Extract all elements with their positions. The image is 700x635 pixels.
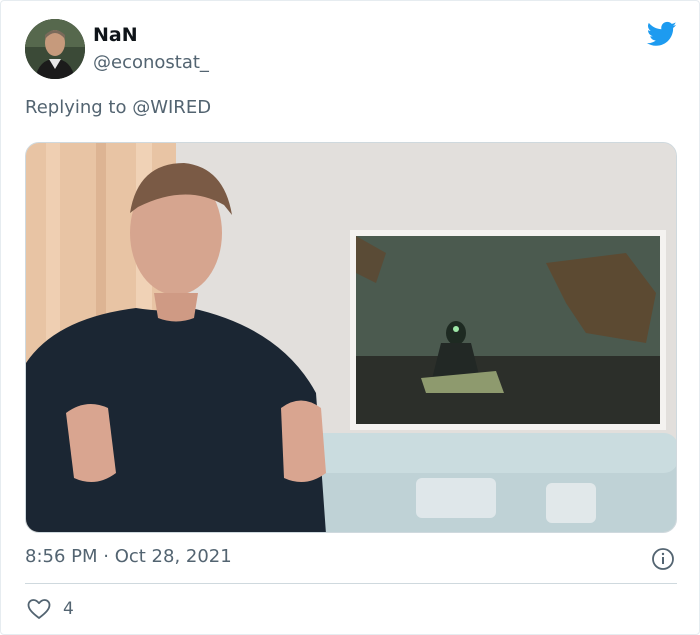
heart-icon[interactable] bbox=[27, 598, 51, 620]
twitter-bird-icon[interactable] bbox=[645, 19, 679, 49]
tweet-card: NaN @econostat_ Replying to @WIRED 8:56 … bbox=[0, 0, 700, 635]
reply-to-link[interactable]: @WIRED bbox=[132, 97, 211, 118]
divider bbox=[25, 583, 677, 584]
tweet-media-image[interactable] bbox=[25, 142, 677, 533]
tweet-timestamp[interactable]: 8:56 PM · Oct 28, 2021 bbox=[25, 546, 232, 567]
info-icon[interactable] bbox=[651, 547, 675, 571]
avatar[interactable] bbox=[25, 19, 85, 79]
media-photo bbox=[26, 143, 676, 532]
display-name[interactable]: NaN bbox=[93, 24, 138, 46]
like-count: 4 bbox=[63, 599, 74, 619]
reply-prefix: Replying to bbox=[25, 97, 133, 118]
user-handle[interactable]: @econostat_ bbox=[93, 52, 209, 73]
reply-context: Replying to @WIRED bbox=[25, 97, 211, 118]
avatar-image bbox=[25, 19, 85, 79]
